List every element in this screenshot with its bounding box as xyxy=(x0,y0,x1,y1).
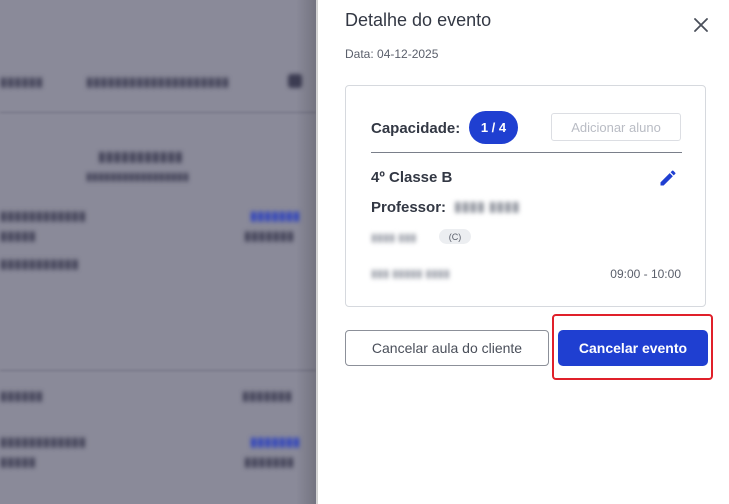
class-type-chip: (C) xyxy=(439,229,471,244)
blurred-content: ▮▮▮▮▮▮▮▮▮▮▮▮ xyxy=(0,434,86,449)
client-name-redacted: ▮▮▮ ▮▮▮▮▮ ▮▮▮▮ xyxy=(371,268,450,280)
blurred-content: ▮▮▮▮▮▮▮ xyxy=(244,454,295,469)
capacity-badge: 1 / 4 xyxy=(469,111,518,144)
drawer-title: Detalhe do evento xyxy=(345,10,492,30)
professor-label: Professor: xyxy=(371,199,447,216)
class-name: 4º Classe B xyxy=(371,169,453,186)
blurred-content: ▮▮▮▮▮▮▮▮▮▮▮ xyxy=(0,256,79,271)
event-date: Data: 04-12-2025 xyxy=(345,47,439,61)
card-divider xyxy=(371,152,682,153)
close-button[interactable] xyxy=(688,12,714,38)
close-icon xyxy=(694,18,708,32)
blurred-content: ▮▮▮▮▮▮▮▮▮▮▮ xyxy=(98,148,183,164)
blurred-content: ▮▮▮▮▮▮▮ xyxy=(244,228,295,243)
blurred-content: ▮▮▮▮▮▮▮ xyxy=(250,434,301,449)
drawer-shadow xyxy=(296,0,318,504)
blurred-divider xyxy=(0,112,316,113)
cancel-client-class-button[interactable]: Cancelar aula do cliente xyxy=(345,330,549,366)
blurred-content: ▮▮▮▮▮▮▮▮▮▮▮▮▮▮▮▮▮▮▮▮ xyxy=(86,74,230,89)
add-student-button[interactable]: Adicionar aluno xyxy=(551,113,681,141)
blurred-content: ▮▮▮▮▮▮ xyxy=(0,74,43,89)
edit-button[interactable] xyxy=(658,168,678,188)
event-detail-drawer: Detalhe do evento Data: 04-12-2025 Capac… xyxy=(318,0,729,504)
blurred-content: ▮▮▮▮▮ xyxy=(0,454,36,469)
blurred-background: ▮▮▮▮▮▮ ▮▮▮▮▮▮▮▮▮▮▮▮▮▮▮▮▮▮▮▮ ▮▮▮▮▮▮▮▮▮▮▮ … xyxy=(0,0,316,504)
blurred-content: ▮▮▮▮▮▮▮ xyxy=(250,208,301,223)
time-range: 09:00 - 10:00 xyxy=(610,267,681,281)
event-card: Capacidade: 1 / 4 Adicionar aluno 4º Cla… xyxy=(345,85,706,307)
professor-name-redacted: ▮▮▮▮ ▮▮▮▮ xyxy=(454,198,520,214)
blurred-content: ▮▮▮▮▮▮ xyxy=(0,388,43,403)
pencil-icon xyxy=(660,170,676,186)
blurred-content: ▮▮▮▮▮▮▮▮▮▮▮▮ xyxy=(0,208,86,223)
room-redacted: ▮▮▮▮ ▮▮▮ xyxy=(371,232,417,244)
blurred-content: ▮▮▮▮▮ xyxy=(0,228,36,243)
blurred-content: ▮▮▮▮▮▮▮ xyxy=(242,388,293,403)
capacity-label: Capacidade: xyxy=(371,120,461,137)
cancel-event-button[interactable]: Cancelar evento xyxy=(558,330,708,366)
blurred-content: ▮▮▮▮▮▮▮▮▮▮▮▮▮▮▮▮▮ xyxy=(86,171,189,183)
blurred-divider xyxy=(0,370,316,371)
